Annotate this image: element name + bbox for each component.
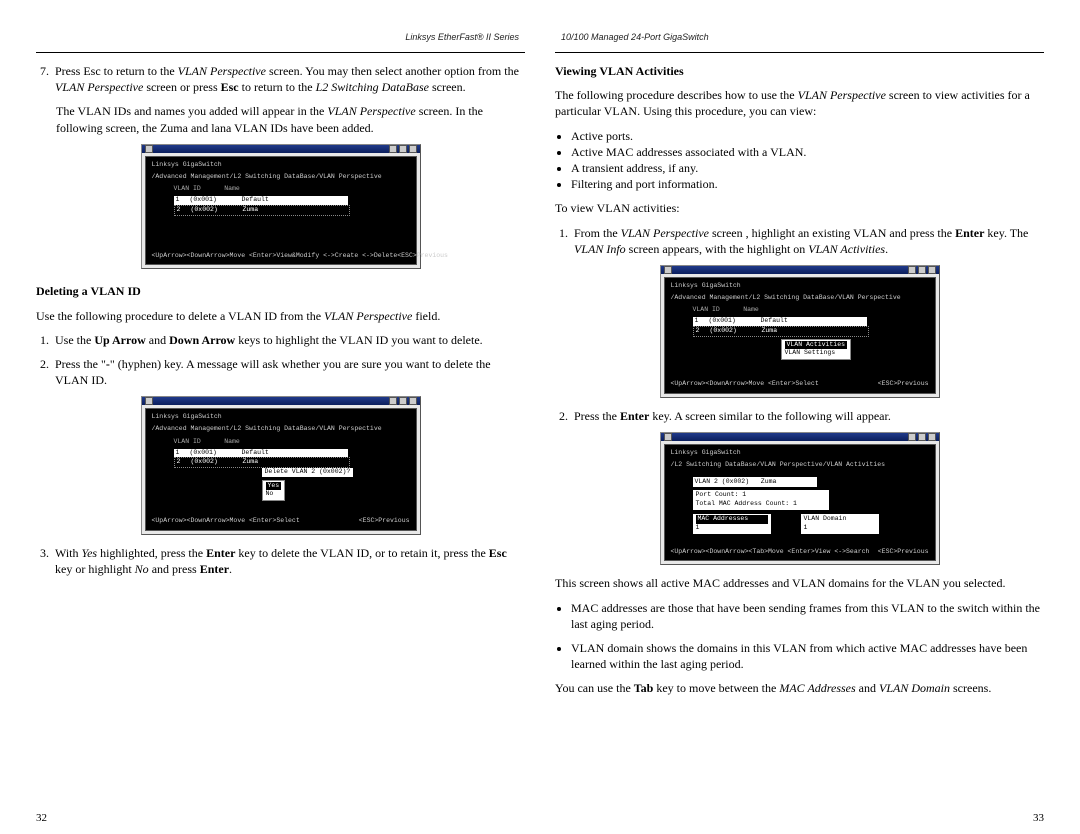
bullet-mac-def: MAC addresses are those that have been s… [571,600,1044,632]
to-view-label: To view VLAN activities: [555,200,1044,216]
bullet-transient: A transient address, if any. [571,160,1044,176]
bullet-active-ports: Active ports. [571,128,1044,144]
running-head-left: Linksys EtherFast® II Series [36,32,525,44]
screenshot-delete-confirm: Linksys GigaSwitch /Advanced Management/… [141,396,421,535]
body-right: Viewing VLAN Activities The following pr… [555,63,1044,806]
bullet-domain-def: VLAN domain shows the domains in this VL… [571,640,1044,672]
running-head-right: 10/100 Managed 24-Port GigaSwitch [555,32,1044,44]
screenshot-vlan-activities: Linksys GigaSwitch /L2 Switching DataBas… [660,432,940,565]
folio-left: 32 [36,812,47,824]
page-left: Linksys EtherFast® II Series 7. Press Es… [36,32,525,824]
body-left: 7. Press Esc to return to the VLAN Persp… [36,63,525,806]
rule-right [555,52,1044,53]
heading-deleting-vlan-id: Deleting a VLAN ID [36,283,525,299]
screenshot-vlan-info-menu: Linksys GigaSwitch /Advanced Management/… [660,265,940,398]
definition-bullets: MAC addresses are those that have been s… [555,600,1044,673]
view-step-2: 2. Press the Enter key. A screen similar… [555,408,1044,424]
bullet-active-mac: Active MAC addresses associated with a V… [571,144,1044,160]
delete-step-1: 1. Use the Up Arrow and Down Arrow keys … [36,332,525,348]
page-right: 10/100 Managed 24-Port GigaSwitch Viewin… [555,32,1044,824]
delete-step-3: 3. With Yes highlighted, press the Enter… [36,545,525,577]
folio-right: 33 [1033,812,1044,824]
step-7: 7. Press Esc to return to the VLAN Persp… [36,63,525,95]
screenshot-vlan-perspective-added: Linksys GigaSwitch /Advanced Management/… [141,144,421,270]
after-shot-text: This screen shows all active MAC address… [555,575,1044,591]
delete-step-2: 2. Press the "-" (hyphen) key. A message… [36,356,525,388]
view-bullets: Active ports. Active MAC addresses assoc… [555,128,1044,193]
note-vlan-ids: The VLAN IDs and names you added will ap… [36,103,525,135]
view-intro: The following procedure describes how to… [555,87,1044,119]
tab-key-note: You can use the Tab key to move between … [555,680,1044,696]
bullet-filtering: Filtering and port information. [571,176,1044,192]
rule-left [36,52,525,53]
step-7-text: Press Esc to return to the VLAN Perspect… [55,63,525,95]
heading-viewing-vlan-activities: Viewing VLAN Activities [555,63,1044,79]
view-step-1: 1. From the VLAN Perspective screen , hi… [555,225,1044,257]
delete-intro: Use the following procedure to delete a … [36,308,525,324]
